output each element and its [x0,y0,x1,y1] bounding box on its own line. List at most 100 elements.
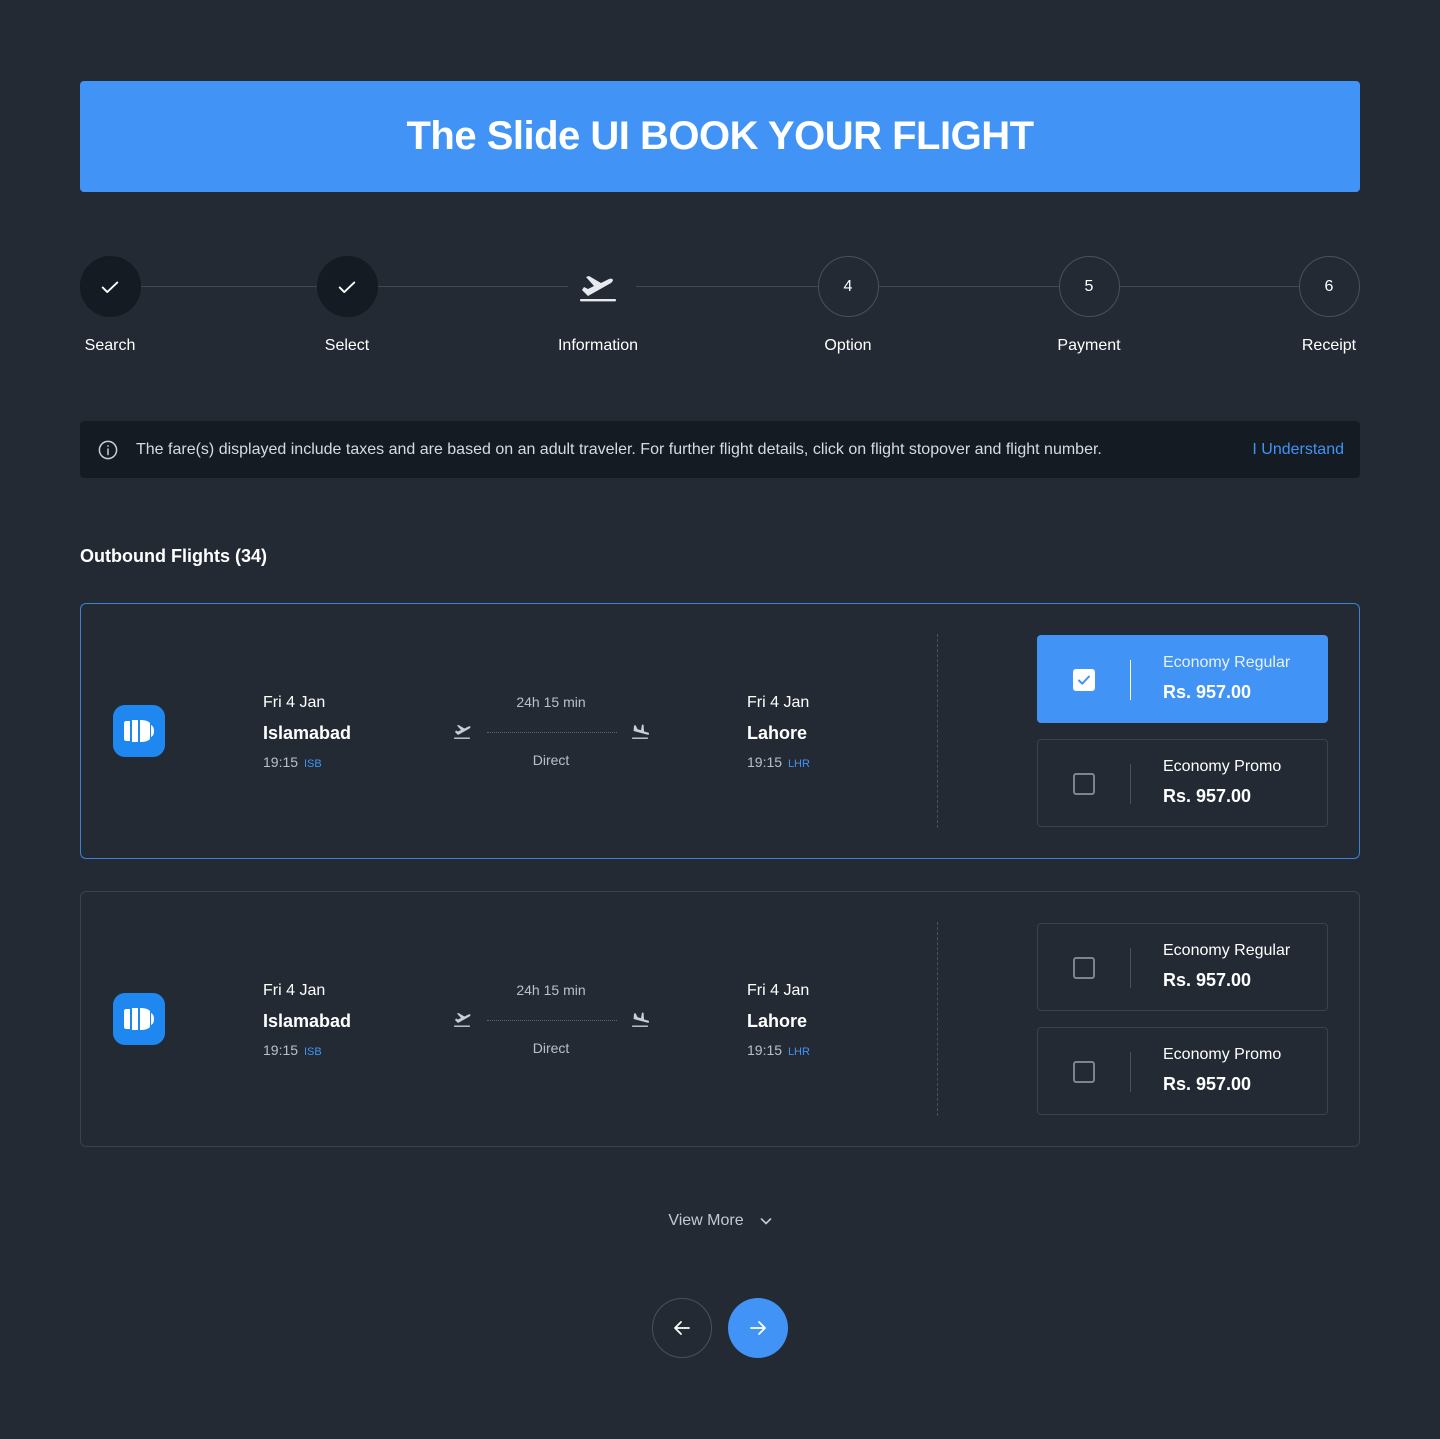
fare-name: Economy Regular [1163,654,1291,671]
step-search[interactable]: Search [30,256,190,355]
fare-divider [1130,764,1131,804]
next-button[interactable] [728,1298,788,1358]
step-label: Select [324,337,370,354]
booking-page: The Slide UI BOOK YOUR FLIGHT Search Sel… [0,0,1440,1439]
step-receipt[interactable]: 6 Receipt [1249,256,1409,355]
arrow-left-icon [674,1321,690,1335]
progress-stepper: Search Select Information 4 Option 5 Pay… [79,256,1360,366]
flight-card[interactable]: Fri 4 Jan Islamabad 19:15 ISB 24h 15 min… [80,603,1360,859]
header-banner: The Slide UI BOOK YOUR FLIGHT [80,81,1360,192]
card-divider [937,922,938,1116]
outbound-flights-title: Outbound Flights (34) [80,546,267,566]
fare-divider [1130,660,1131,700]
departure-time-row: 19:15 ISB [263,1042,351,1058]
fare-info-alert: The fare(s) displayed include taxes and … [80,421,1360,478]
arrival-date: Fri 4 Jan [747,694,810,711]
check-icon [338,281,356,293]
step-label: Option [824,337,872,354]
step-label: Payment [1057,337,1121,354]
fare-option-economy-promo[interactable]: Economy Promo Rs. 957.00 [1037,739,1328,827]
arrival-time: 19:15 [747,754,783,770]
chevron-down-icon [760,1218,771,1225]
flight-route[interactable]: 24h 15 min Direct [453,694,650,774]
arrival-time-row: 19:15 LHR [747,1042,810,1058]
flight-duration: 24h 15 min [516,982,586,998]
page-title: The Slide UI BOOK YOUR FLIGHT [406,114,1034,158]
step-circle-done [79,256,141,317]
flight-duration: 24h 15 min [516,694,586,710]
step-number: 6 [1298,256,1360,317]
flight-card[interactable]: Fri 4 Jan Islamabad 19:15 ISB 24h 15 min… [80,891,1360,1147]
step-information[interactable]: Information [518,256,678,355]
departure-time: 19:15 [263,754,299,770]
airline-logo [113,993,165,1045]
step-circle-active [567,256,629,317]
step-circle-done [316,256,378,317]
fare-checkbox[interactable] [1073,1061,1095,1083]
card-divider [937,634,938,828]
understand-link[interactable]: I Understand [1252,441,1344,459]
alert-text: The fare(s) displayed include taxes and … [136,440,1102,458]
fare-name: Economy Promo [1163,1046,1282,1063]
view-more-row: View More [0,1212,1440,1230]
step-select[interactable]: Select [267,256,427,355]
fare-divider [1130,1052,1131,1092]
arrival-info: Fri 4 Jan Lahore 19:15 LHR [747,982,810,1058]
fare-name: Economy Promo [1163,758,1282,775]
arrival-city: Lahore [747,723,808,743]
departure-time: 19:15 [263,1042,299,1058]
fare-option-economy-promo[interactable]: Economy Promo Rs. 957.00 [1037,1027,1328,1115]
fare-checkbox[interactable] [1073,773,1095,795]
fare-option-economy-regular[interactable]: Economy Regular Rs. 957.00 [1037,635,1328,723]
fare-option-economy-regular[interactable]: Economy Regular Rs. 957.00 [1037,923,1328,1011]
step-option[interactable]: 4 Option [768,256,928,355]
check-icon [1078,675,1090,685]
view-more-button[interactable]: View More [666,1212,773,1230]
arrival-airport-code: LHR [787,758,810,770]
fare-price: Rs. 957.00 [1163,1074,1252,1094]
departure-city: Islamabad [263,1011,352,1031]
airline-logo [113,705,165,757]
arrival-airport-code: LHR [787,1046,810,1058]
arrival-info: Fri 4 Jan Lahore 19:15 LHR [747,694,810,770]
step-label: Search [84,337,136,354]
step-label: Information [557,337,639,354]
step-number: 5 [1058,256,1120,317]
step-payment[interactable]: 5 Payment [1009,256,1169,355]
flight-stops[interactable]: Direct [453,1040,649,1056]
flight-stops[interactable]: Direct [453,752,649,768]
arrival-time-row: 19:15 LHR [747,754,810,770]
departure-date: Fri 4 Jan [263,694,326,711]
flight-route[interactable]: 24h 15 min Direct [453,982,650,1062]
plane-landing-icon [631,723,650,746]
plane-takeoff-icon [580,275,616,301]
route-line [487,732,617,733]
departure-airport-code: ISB [303,1046,322,1058]
fare-divider [1130,948,1131,988]
plane-takeoff-icon [453,723,471,746]
departure-info: Fri 4 Jan Islamabad 19:15 ISB [263,982,351,1058]
departure-time-row: 19:15 ISB [263,754,351,770]
info-icon [98,440,118,460]
fare-price: Rs. 957.00 [1163,786,1252,806]
check-icon [101,281,119,293]
view-more-label: View More [668,1212,744,1229]
fare-checkbox[interactable] [1073,669,1095,691]
step-label: Receipt [1301,337,1357,354]
previous-button[interactable] [652,1298,712,1358]
departure-info: Fri 4 Jan Islamabad 19:15 ISB [263,694,351,770]
arrival-city: Lahore [747,1011,808,1031]
route-line [487,1020,617,1021]
arrival-time: 19:15 [747,1042,783,1058]
plane-takeoff-icon [453,1011,471,1034]
step-number: 4 [817,256,879,317]
fare-price: Rs. 957.00 [1163,682,1252,702]
fare-name: Economy Regular [1163,942,1291,959]
departure-city: Islamabad [263,723,352,743]
fare-checkbox[interactable] [1073,957,1095,979]
fare-price: Rs. 957.00 [1163,970,1252,990]
plane-landing-icon [631,1011,650,1034]
arrival-date: Fri 4 Jan [747,982,810,999]
departure-airport-code: ISB [303,758,322,770]
departure-date: Fri 4 Jan [263,982,326,999]
